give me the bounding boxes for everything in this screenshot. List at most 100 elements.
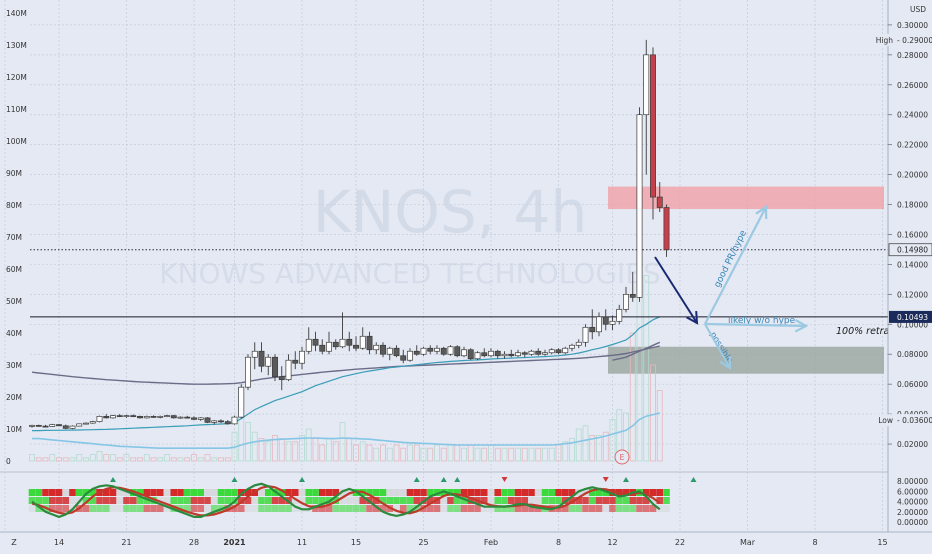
candle[interactable] — [326, 341, 332, 352]
candle[interactable] — [636, 114, 643, 298]
candle[interactable] — [251, 350, 258, 358]
candle[interactable] — [278, 376, 285, 381]
candle[interactable] — [319, 344, 326, 352]
watermark-company: KNOWS ADVANCED TECHNOLOGIES — [159, 257, 661, 290]
candle[interactable] — [292, 359, 299, 364]
candle[interactable] — [481, 352, 488, 357]
candle[interactable] — [548, 349, 555, 354]
candle[interactable] — [373, 344, 380, 351]
candle[interactable] — [400, 355, 407, 361]
candle[interactable] — [346, 338, 353, 346]
candle[interactable] — [596, 316, 602, 333]
candle[interactable] — [467, 349, 474, 360]
heatmap-cell — [136, 505, 144, 512]
candle[interactable] — [602, 316, 609, 325]
candle[interactable] — [245, 356, 251, 388]
candle[interactable] — [150, 416, 157, 418]
candle[interactable] — [663, 207, 670, 251]
candle[interactable] — [420, 347, 427, 355]
candle[interactable] — [218, 420, 224, 423]
candle[interactable] — [191, 417, 197, 420]
candle[interactable] — [312, 338, 319, 346]
candle[interactable] — [407, 350, 413, 361]
candle[interactable] — [238, 386, 245, 418]
candle[interactable] — [359, 335, 366, 349]
candle[interactable] — [582, 326, 589, 343]
candle[interactable] — [623, 294, 629, 310]
candle[interactable] — [170, 415, 177, 419]
candle[interactable] — [454, 346, 461, 357]
candle[interactable] — [265, 356, 272, 367]
candle[interactable] — [285, 359, 292, 381]
candle[interactable] — [650, 54, 656, 198]
candle[interactable] — [339, 338, 346, 348]
candle[interactable] — [629, 294, 636, 298]
candle[interactable] — [49, 424, 56, 427]
candle[interactable] — [555, 349, 562, 354]
candle[interactable] — [69, 425, 76, 429]
candle[interactable] — [521, 352, 528, 355]
candle[interactable] — [447, 346, 454, 355]
candle[interactable] — [137, 416, 143, 419]
candle[interactable] — [197, 417, 204, 420]
candle[interactable] — [535, 350, 542, 355]
candle[interactable] — [56, 424, 62, 427]
time-tick-label: Mar — [740, 538, 756, 547]
candle[interactable] — [164, 415, 170, 417]
candle[interactable] — [542, 352, 548, 355]
candle[interactable] — [434, 347, 440, 352]
candle[interactable] — [488, 350, 494, 357]
candle[interactable] — [299, 350, 305, 364]
candle[interactable] — [305, 338, 312, 352]
candle[interactable] — [494, 350, 501, 357]
candle[interactable] — [440, 347, 447, 355]
candle[interactable] — [353, 344, 359, 349]
candle[interactable] — [508, 353, 515, 357]
candle[interactable] — [515, 352, 521, 357]
candle[interactable] — [609, 320, 616, 325]
candle[interactable] — [83, 422, 89, 425]
candle[interactable] — [143, 416, 150, 419]
candle[interactable] — [29, 424, 35, 427]
candle[interactable] — [224, 421, 231, 425]
candle[interactable] — [116, 415, 123, 417]
candle[interactable] — [76, 423, 83, 427]
heatmap-cell — [467, 505, 475, 512]
candle[interactable] — [110, 415, 116, 419]
candle[interactable] — [35, 424, 42, 427]
candle[interactable] — [258, 350, 265, 367]
candle[interactable] — [575, 341, 582, 346]
candle[interactable] — [427, 347, 434, 352]
candle[interactable] — [130, 415, 137, 417]
candle[interactable] — [231, 416, 238, 425]
candle[interactable] — [103, 416, 110, 419]
candle[interactable] — [96, 416, 103, 422]
candle[interactable] — [562, 347, 569, 354]
candle[interactable] — [62, 425, 69, 429]
candle[interactable] — [123, 415, 130, 417]
candle[interactable] — [272, 356, 278, 378]
candle[interactable] — [474, 352, 481, 360]
candle[interactable] — [380, 344, 386, 355]
candle[interactable] — [528, 350, 535, 355]
candle[interactable] — [656, 196, 663, 208]
candle[interactable] — [332, 341, 339, 348]
candle[interactable] — [184, 416, 191, 419]
candle[interactable] — [461, 349, 467, 357]
candle[interactable] — [501, 353, 508, 357]
candle[interactable] — [211, 420, 218, 423]
candle[interactable] — [177, 416, 184, 419]
candle[interactable] — [204, 417, 211, 423]
candle[interactable] — [42, 425, 49, 428]
candle[interactable] — [89, 421, 96, 424]
candle[interactable] — [366, 335, 373, 351]
candle[interactable] — [589, 326, 596, 333]
candle[interactable] — [393, 347, 400, 357]
candle[interactable] — [386, 347, 393, 355]
candle[interactable] — [413, 350, 420, 355]
candle[interactable] — [569, 344, 575, 349]
candle[interactable] — [643, 54, 650, 116]
candle[interactable] — [616, 308, 623, 322]
candle[interactable] — [157, 416, 164, 418]
knos-4h-candlestick-chart[interactable]: KNOS, 4h KNOWS ADVANCED TECHNOLOGIES 100… — [0, 0, 932, 550]
